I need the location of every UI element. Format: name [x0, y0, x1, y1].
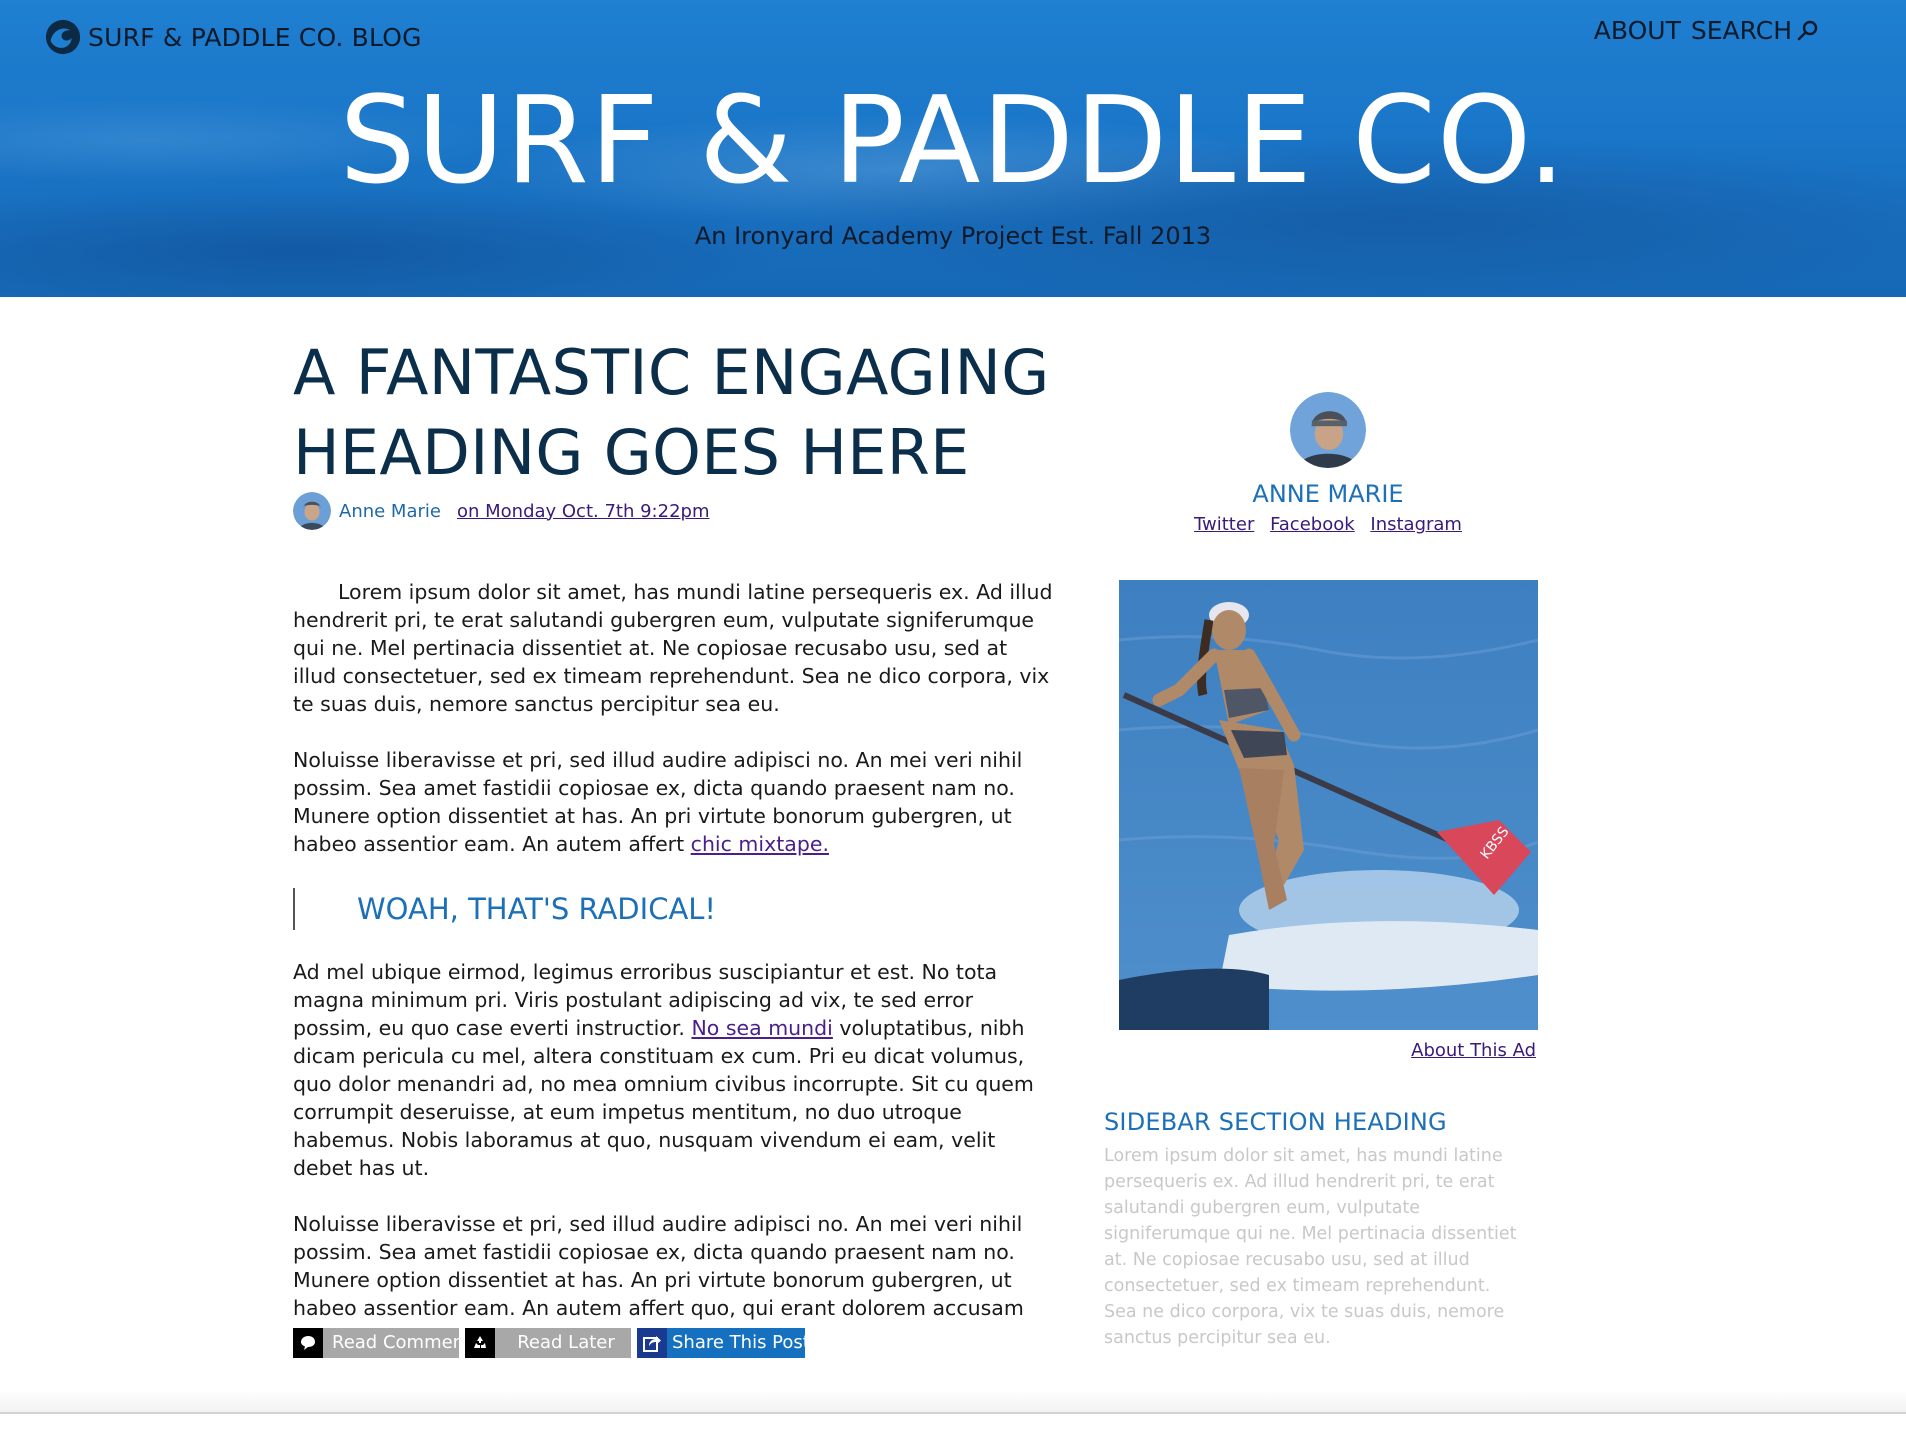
profile-avatar — [1290, 392, 1366, 468]
post-actions: Read Comment Read Later Share This Post — [293, 1328, 811, 1358]
author-avatar — [293, 492, 331, 530]
nav-search-label: SEARCH — [1690, 16, 1792, 45]
twitter-link[interactable]: Twitter — [1194, 514, 1254, 535]
top-nav: ABOUT SEARCH — [1594, 16, 1820, 45]
post-byline: Anne Marie on Monday Oct. 7th 9:22pm — [293, 492, 709, 530]
recycle-icon — [465, 1328, 495, 1358]
site-title: SURF & PADDLE CO. — [339, 72, 1567, 211]
nav-about[interactable]: ABOUT — [1594, 16, 1681, 45]
author-profile-card: ANNE MARIE Twitter Facebook Instagram — [1183, 392, 1473, 535]
sidebar-section-text: Lorem ipsum dolor sit amet, has mundi la… — [1104, 1146, 1517, 1348]
paragraph-3-text-after: voluptatibus, nibh dicam pericula cu mel… — [293, 1016, 1034, 1180]
share-post-label: Share This Post — [667, 1328, 810, 1358]
post-heading: A FANTASTIC ENGAGING HEADING GOES HERE — [293, 336, 1050, 489]
site-tagline: An Ironyard Academy Project Est. Fall 20… — [694, 222, 1212, 250]
brand-name: SURF & PADDLE CO. BLOG — [88, 22, 422, 52]
paragraph-1: Lorem ipsum dolor sit amet, has mundi la… — [293, 580, 1053, 716]
brand-link[interactable]: SURF & PADDLE CO. BLOG — [44, 18, 422, 56]
paragraph-3: Ad mel ubique eirmod, legimus erroribus … — [293, 958, 1053, 1182]
profile-name: ANNE MARIE — [1252, 480, 1404, 508]
sidebar-section-heading: SIDEBAR SECTION HEADING — [1104, 1108, 1447, 1136]
wave-logo-icon — [45, 19, 81, 55]
no-sea-mundi-link[interactable]: No sea mundi — [691, 1016, 832, 1040]
paragraph-2-text: Noluisse liberavisse et pri, sed illud a… — [293, 748, 1023, 856]
read-comment-label: Read Comment — [323, 1328, 471, 1358]
read-later-label: Read Later — [495, 1328, 631, 1358]
footer-divider — [0, 1412, 1906, 1414]
paragraph-2: Noluisse liberavisse et pri, sed illud a… — [293, 746, 1053, 858]
chic-mixtape-link[interactable]: chic mixtape. — [691, 832, 829, 856]
nav-search[interactable]: SEARCH — [1691, 16, 1820, 45]
site-header: SURF & PADDLE CO. BLOG ABOUT SEARCH SURF… — [0, 0, 1906, 297]
about-this-ad-link[interactable]: About This Ad — [1119, 1040, 1536, 1061]
read-later-button[interactable]: Read Later — [465, 1328, 631, 1358]
ad-image[interactable]: KBSS — [1119, 580, 1538, 1030]
author-name[interactable]: Anne Marie — [339, 501, 441, 522]
article-body-part2: Ad mel ubique eirmod, legimus erroribus … — [293, 958, 1053, 1378]
profile-social-links: Twitter Facebook Instagram — [1183, 514, 1473, 535]
article-body-part1: Lorem ipsum dolor sit amet, has mundi la… — [293, 578, 1053, 886]
read-comment-button[interactable]: Read Comment — [293, 1328, 471, 1358]
post-date-link[interactable]: on Monday Oct. 7th 9:22pm — [457, 501, 710, 522]
footer-shadow — [0, 1390, 1906, 1412]
pullquote: WOAH, THAT'S RADICAL! — [293, 888, 716, 930]
share-arrow-icon — [637, 1328, 667, 1358]
instagram-link[interactable]: Instagram — [1370, 514, 1462, 535]
share-post-button[interactable]: Share This Post — [637, 1328, 810, 1358]
search-icon — [1797, 20, 1818, 40]
facebook-link[interactable]: Facebook — [1270, 514, 1355, 535]
speech-bubble-icon — [293, 1328, 323, 1358]
pullquote-text: WOAH, THAT'S RADICAL! — [357, 892, 717, 926]
